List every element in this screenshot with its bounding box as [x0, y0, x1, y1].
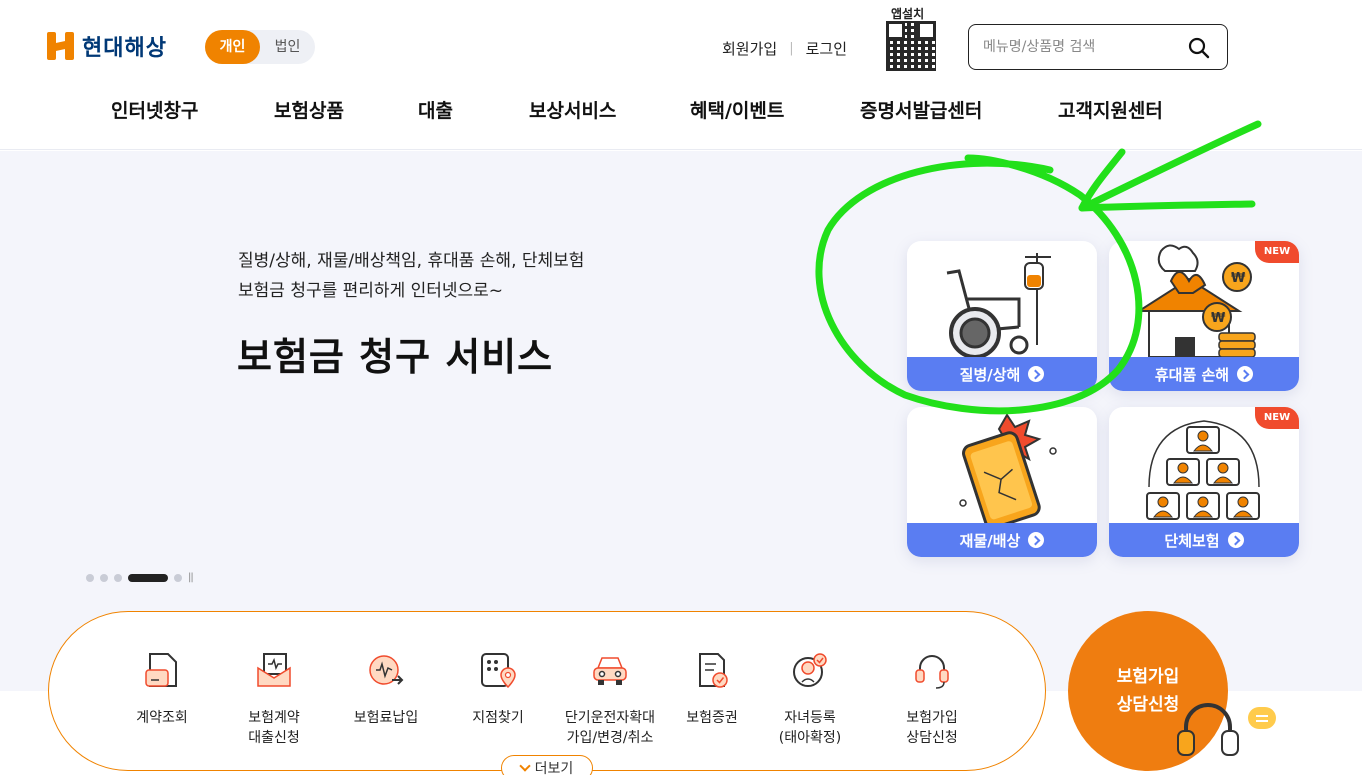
chat-bubble-icon[interactable] — [1248, 707, 1276, 729]
quick-item-branch-finder[interactable]: 지점찾기 — [443, 650, 553, 728]
quick-item-contract-inquiry[interactable]: 계약조회 — [107, 650, 217, 728]
quick-item-insurance-certificate[interactable]: 보험증권 — [657, 650, 767, 728]
arrow-right-icon — [1237, 366, 1254, 382]
nav-claim-service[interactable]: 보상서비스 — [529, 96, 616, 123]
branch-locator-icon — [481, 653, 516, 689]
arrow-right-icon — [1028, 532, 1045, 548]
arrow-right-icon — [1028, 366, 1045, 382]
util-links: 회원가입 | 로그인 — [722, 38, 847, 59]
claim-card-group-insurance[interactable]: NEW 단체보험 — [1109, 407, 1299, 557]
claim-card-property-liability[interactable]: 재물/배상 — [907, 407, 1097, 557]
search-box — [968, 24, 1228, 70]
nav-insurance-products[interactable]: 보험상품 — [274, 96, 344, 123]
logo-text: 현대해상 — [82, 36, 167, 61]
join-link[interactable]: 회원가입 — [722, 38, 777, 59]
card-footer: 휴대품 손해 — [1109, 357, 1299, 391]
claim-card-personal-belongings[interactable]: ₩ ₩ NEW 휴대품 손해 — [1109, 241, 1299, 391]
headset-illustration-icon — [1177, 703, 1239, 756]
card-label: 단체보험 — [1164, 531, 1220, 550]
card-label: 휴대품 손해 — [1154, 365, 1230, 384]
card-footer: 질병/상해 — [907, 357, 1097, 391]
loan-envelope-icon — [257, 653, 291, 687]
consultation-request-button[interactable]: 보험가입 상담신청 — [1068, 611, 1239, 771]
carousel-dot[interactable] — [86, 573, 94, 582]
pause-icon[interactable]: || — [188, 572, 194, 583]
carousel-dot[interactable] — [114, 573, 122, 582]
app-install-label: 앱설치 — [891, 7, 925, 21]
nav-certificate-center[interactable]: 증명서발급센터 — [860, 96, 982, 123]
h-logo-icon — [47, 32, 74, 60]
certificate-icon — [699, 653, 728, 688]
contract-search-icon — [145, 653, 177, 687]
login-link[interactable]: 로그인 — [806, 38, 847, 59]
quick-item-label: 보험가입 상담신청 — [906, 710, 958, 746]
quick-item-premium-payment[interactable]: 보험료납입 — [331, 650, 441, 728]
carousel-dot[interactable] — [174, 573, 182, 582]
personal-tab[interactable]: 개인 — [205, 30, 260, 64]
car-icon — [593, 657, 627, 685]
corporate-tab[interactable]: 법인 — [260, 30, 315, 64]
chevron-down-icon — [519, 760, 531, 772]
new-badge: NEW — [1255, 241, 1299, 263]
quick-item-label: 보험증권 — [686, 710, 738, 726]
nav-internet-window[interactable]: 인터넷창구 — [111, 96, 198, 123]
quick-item-child-registration[interactable]: 자녀등록 (태아확정) — [755, 650, 865, 748]
broken-phone-illustration-icon — [959, 413, 1057, 523]
card-label: 질병/상해 — [959, 365, 1021, 384]
headset-icon — [915, 655, 949, 689]
premium-payment-icon — [369, 655, 404, 685]
claim-card-illness-injury[interactable]: 질병/상해 — [907, 241, 1097, 391]
util-divider: | — [789, 41, 794, 56]
hyundai-marine-logo[interactable]: 현대해상 — [47, 30, 167, 62]
quick-item-label: 자녀등록 (태아확정) — [778, 710, 842, 746]
wheelchair-iv-illustration-icon — [946, 253, 1051, 357]
quick-item-label: 단기운전자확대 가입/변경/취소 — [564, 710, 656, 746]
more-label: 더보기 — [534, 761, 574, 775]
carousel-dot[interactable] — [100, 573, 108, 582]
quick-menu: 계약조회 보험계약 대출신청 보험료납입 지점찾기 단기운전자확대 가입/변경/… — [48, 611, 1046, 771]
card-footer: 재물/배상 — [907, 523, 1097, 557]
quick-item-short-term-driver[interactable]: 단기운전자확대 가입/변경/취소 — [555, 650, 665, 748]
new-badge: NEW — [1255, 407, 1299, 429]
carousel-dot-active[interactable] — [128, 573, 168, 582]
quick-item-label: 지점찾기 — [472, 710, 524, 726]
card-footer: 단체보험 — [1109, 523, 1299, 557]
main-navigation: 인터넷창구 보험상품 대출 보상서비스 혜택/이벤트 증명서발급센터 고객지원센… — [0, 96, 1362, 130]
search-icon[interactable] — [1187, 36, 1211, 60]
child-register-icon — [793, 653, 827, 687]
quick-item-label: 보험료납입 — [353, 710, 419, 726]
quick-item-label: 보험계약 대출신청 — [248, 710, 300, 746]
arrow-right-icon — [1227, 532, 1244, 548]
nav-benefits-events[interactable]: 혜택/이벤트 — [690, 96, 784, 123]
app-qr-code-icon[interactable] — [886, 21, 936, 71]
more-button[interactable]: 더보기 — [501, 755, 593, 775]
card-label: 재물/배상 — [959, 531, 1021, 550]
svg-text:₩: ₩ — [1211, 311, 1226, 326]
svg-text:₩: ₩ — [1231, 271, 1246, 286]
hero-subtitle-line1: 질병/상해, 재물/배상책임, 휴대품 손해, 단체보험 — [238, 251, 585, 271]
search-input[interactable] — [983, 35, 1173, 59]
customer-type-toggle: 개인 법인 — [205, 30, 315, 64]
nav-loan[interactable]: 대출 — [418, 96, 453, 123]
quick-item-consultation[interactable]: 보험가입 상담신청 — [877, 650, 987, 748]
quick-item-label: 계약조회 — [136, 710, 188, 726]
hero-title: 보험금 청구 서비스 — [237, 335, 554, 379]
consult-line1: 보험가입 — [1116, 667, 1180, 687]
carousel-indicator: || — [86, 572, 194, 583]
hero-subtitle: 질병/상해, 재물/배상책임, 휴대품 손해, 단체보험 보험금 청구를 편리하… — [238, 246, 584, 306]
site-header: 현대해상 개인 법인 회원가입 | 로그인 앱설치 인터넷창구 보험상품 대출 … — [0, 0, 1362, 150]
quick-item-loan-request[interactable]: 보험계약 대출신청 — [219, 650, 329, 748]
hero-subtitle-line2: 보험금 청구를 편리하게 인터넷으로~ — [238, 281, 504, 301]
nav-customer-support[interactable]: 고객지원센터 — [1058, 96, 1163, 123]
